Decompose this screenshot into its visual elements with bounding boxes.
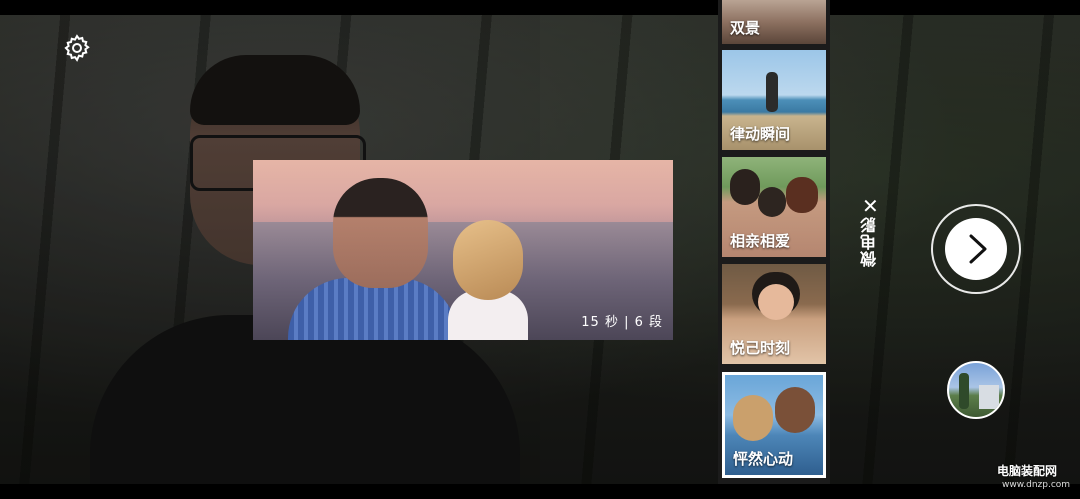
- template-item-family[interactable]: 相亲相爱: [722, 157, 826, 257]
- template-label: 相亲相爱: [730, 232, 791, 250]
- template-item-dual-view[interactable]: 双景: [722, 0, 826, 44]
- watermark-title: 电脑装配网: [997, 464, 1058, 478]
- watermark-url: www.dnzp.com: [1002, 480, 1071, 490]
- template-preview-video[interactable]: 15 秒 | 6 段: [253, 160, 673, 340]
- template-label: 怦然心动: [733, 450, 794, 468]
- template-label: 律动瞬间: [730, 125, 791, 143]
- template-item-self-time[interactable]: 悦己时刻: [722, 264, 826, 364]
- mode-title: 微电影: [860, 216, 879, 267]
- template-item-rhythm[interactable]: 律动瞬间: [722, 50, 826, 150]
- template-label: 双景: [730, 19, 761, 37]
- template-label: 悦己时刻: [730, 339, 791, 357]
- preview-man: [288, 178, 458, 340]
- chevron-right-icon: [969, 234, 987, 264]
- next-button[interactable]: [931, 204, 1021, 294]
- gear-icon[interactable]: [62, 33, 92, 63]
- preview-duration: 15 秒 | 6 段: [581, 315, 663, 330]
- template-item-heartbeat[interactable]: 怦然心动: [722, 372, 826, 478]
- gallery-thumbnail[interactable]: [947, 361, 1005, 419]
- close-icon[interactable]: ✕: [862, 194, 879, 218]
- preview-woman: [443, 220, 533, 340]
